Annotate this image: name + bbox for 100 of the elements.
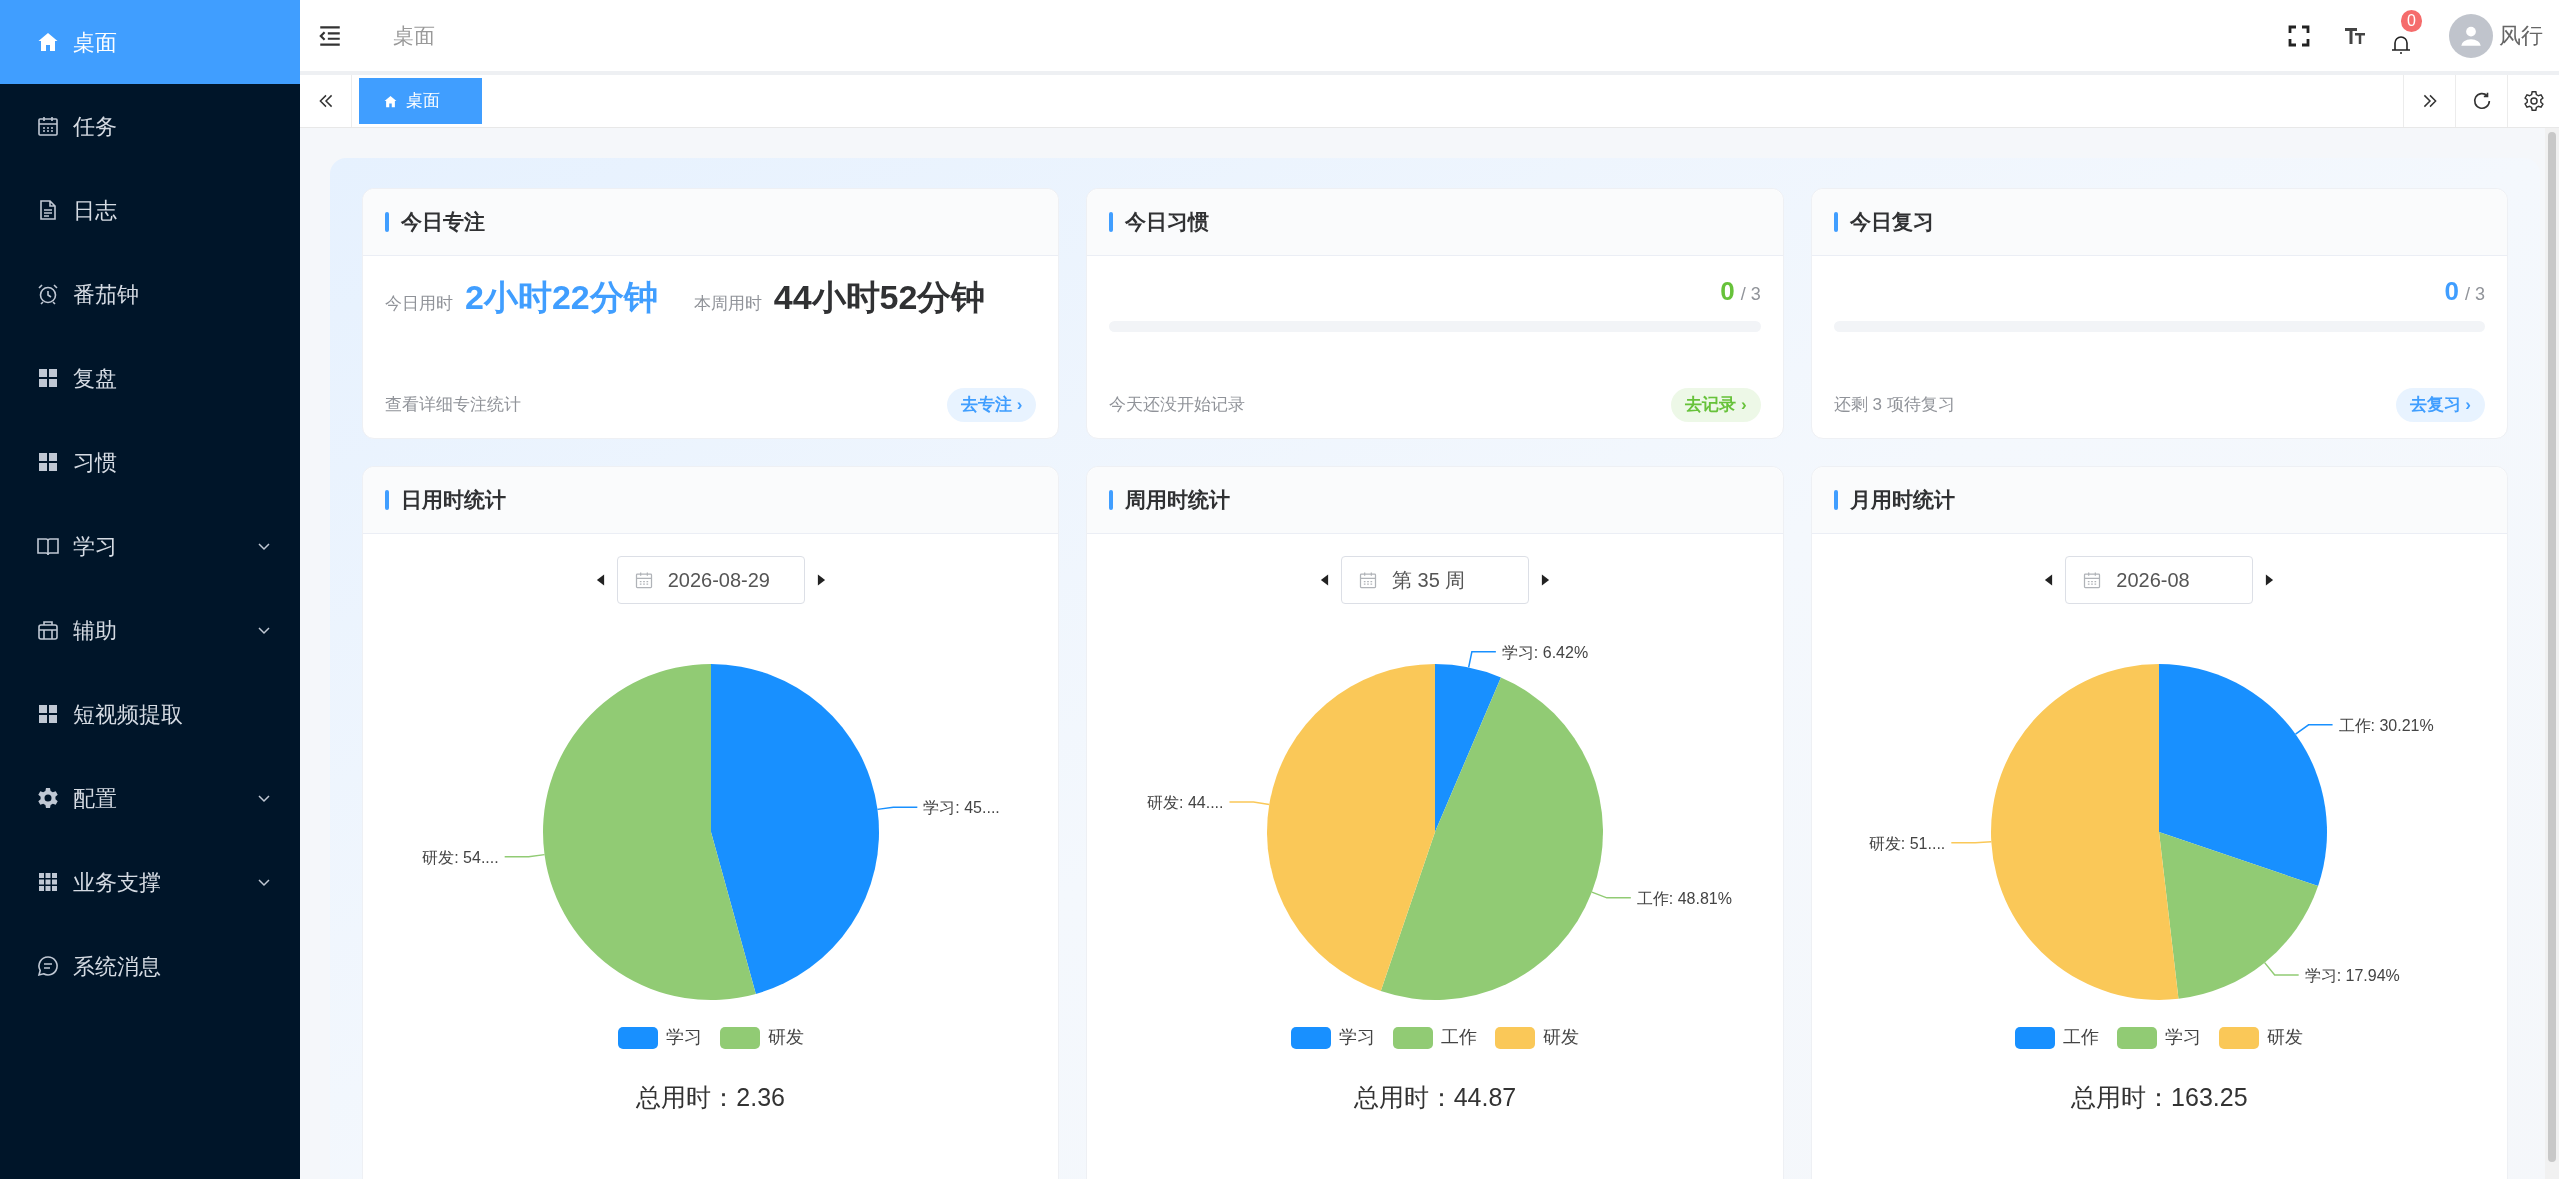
stat-value: 44小时52分钟 xyxy=(773,277,986,318)
date-value: 2026-08 xyxy=(2116,568,2190,593)
accent-bar xyxy=(1109,212,1114,232)
leader-line xyxy=(1228,801,1270,806)
sidebar-item-label: 配置 xyxy=(73,784,118,813)
card-title: 周用时统计 xyxy=(1125,487,1231,514)
date-picker-field[interactable]: 2026-08 xyxy=(2065,556,2254,604)
sidebar-item-label: 日志 xyxy=(73,196,118,225)
calendar-icon xyxy=(633,570,654,590)
alarm-clock-icon xyxy=(36,282,60,306)
legend-label[interactable]: 学习 xyxy=(665,1024,702,1051)
settings-icon xyxy=(36,786,60,810)
sidebar-item[interactable]: 业务支撑 xyxy=(0,840,300,924)
accent-bar xyxy=(385,490,389,510)
sidebar-item[interactable]: 任务 xyxy=(0,84,300,168)
legend-swatch[interactable] xyxy=(617,1026,658,1049)
notification-badge: 0 xyxy=(2401,9,2422,32)
sidebar-item[interactable]: 复盘 xyxy=(0,336,300,420)
briefcase-icon xyxy=(36,618,60,642)
slice-label: 研发: 51.... xyxy=(1869,834,1946,852)
previous-icon[interactable] xyxy=(595,573,605,587)
previous-icon[interactable] xyxy=(2044,573,2054,587)
total-time: 总用时：44.87 xyxy=(1352,1082,1518,1113)
leader-line xyxy=(1591,891,1632,899)
slice-label: 工作: 48.81% xyxy=(1636,889,1732,907)
scrollbar-thumb[interactable] xyxy=(2548,132,2556,1162)
date-picker-field[interactable]: 第 35 周 xyxy=(1341,556,1529,604)
chat-bubble-icon xyxy=(36,954,60,978)
footer-text: 今天还没开始记录 xyxy=(1109,394,1246,417)
apps-grid-icon xyxy=(36,870,60,894)
sidebar-item[interactable]: 配置 xyxy=(0,756,300,840)
legend-label[interactable]: 研发 xyxy=(2267,1024,2304,1051)
legend-label[interactable]: 工作 xyxy=(1441,1024,1477,1051)
card-title: 今日专注 xyxy=(401,209,485,236)
legend-swatch[interactable] xyxy=(1495,1026,1535,1049)
footer-text: 查看详细专注统计 xyxy=(385,394,521,417)
grid-icon xyxy=(36,366,60,390)
sidebar-item-label: 番茄钟 xyxy=(73,280,140,309)
legend-label[interactable]: 学习 xyxy=(2165,1024,2202,1051)
previous-icon[interactable] xyxy=(1320,573,1329,587)
sidebar-item[interactable]: 学习 xyxy=(0,504,300,588)
grid-icon xyxy=(36,450,60,474)
date-value: 第 35 周 xyxy=(1392,568,1466,593)
sidebar-item[interactable]: 番茄钟 xyxy=(0,252,300,336)
accent-bar xyxy=(385,212,389,232)
calendar-icon xyxy=(36,114,60,138)
sidebar-item-label: 辅助 xyxy=(73,616,118,645)
legend-swatch[interactable] xyxy=(2219,1026,2260,1049)
stat-label: 本周用时 xyxy=(693,293,762,315)
next-icon[interactable] xyxy=(2265,573,2275,587)
date-value: 2026-08-29 xyxy=(667,568,770,593)
leader-line xyxy=(876,806,918,811)
progress-count: 0 xyxy=(2444,275,2459,308)
leader-line xyxy=(1467,651,1497,669)
sidebar-item-label: 系统消息 xyxy=(73,952,162,981)
date-picker-field[interactable]: 2026-08-29 xyxy=(616,556,805,604)
legend-swatch[interactable] xyxy=(1393,1026,1433,1049)
legend-swatch[interactable] xyxy=(2015,1026,2056,1049)
card-title: 今日习惯 xyxy=(1125,209,1210,236)
next-icon[interactable] xyxy=(1541,573,1550,587)
legend-label[interactable]: 研发 xyxy=(1543,1024,1579,1051)
sidebar-item[interactable]: 辅助 xyxy=(0,588,300,672)
calendar-icon xyxy=(1358,570,1378,590)
card-title: 月用时统计 xyxy=(1849,487,1955,514)
accent-bar xyxy=(1109,490,1114,510)
legend-swatch[interactable] xyxy=(719,1026,760,1049)
sidebar-item[interactable]: 短视频提取 xyxy=(0,672,300,756)
sidebar-item-label: 任务 xyxy=(73,112,118,141)
leader-line xyxy=(1950,841,1993,844)
card-title: 今日复习 xyxy=(1849,209,1934,236)
slice-label: 学习: 17.94% xyxy=(2305,967,2401,985)
sidebar-item-label: 桌面 xyxy=(73,28,118,57)
sidebar-item[interactable]: 习惯 xyxy=(0,420,300,504)
card-title: 日用时统计 xyxy=(401,487,506,514)
fullscreen-icon[interactable] xyxy=(2287,23,2311,48)
leader-line xyxy=(2295,724,2334,735)
grid-icon xyxy=(36,702,60,726)
settings-icon xyxy=(2522,90,2545,112)
legend-swatch[interactable] xyxy=(2117,1026,2158,1049)
slice-label: 学习: 6.42% xyxy=(1501,643,1589,661)
next-icon[interactable] xyxy=(816,573,826,587)
legend-label[interactable]: 工作 xyxy=(2063,1024,2100,1051)
total-time: 总用时：2.36 xyxy=(635,1082,786,1113)
progress-total: / 3 xyxy=(1740,283,1761,306)
sidebar-item[interactable]: 日志 xyxy=(0,168,300,252)
slice-label: 研发: 44.... xyxy=(1147,793,1224,811)
progress-count: 0 xyxy=(1720,275,1735,308)
stat-label: 今日用时 xyxy=(385,293,453,315)
legend-label[interactable]: 学习 xyxy=(1339,1024,1375,1051)
legend-swatch[interactable] xyxy=(1291,1026,1331,1049)
slice-label: 研发: 54.... xyxy=(421,848,499,866)
sidebar-item[interactable]: 系统消息 xyxy=(0,924,300,1008)
legend-label[interactable]: 研发 xyxy=(767,1024,804,1051)
total-time: 总用时：163.25 xyxy=(2070,1082,2249,1113)
progress-total: / 3 xyxy=(2464,283,2485,306)
user-name[interactable]: 风行 xyxy=(2499,19,2543,52)
sidebar-item-label: 习惯 xyxy=(73,448,118,477)
footer-text: 还剩 3 项待复习 xyxy=(1833,394,1955,417)
slice-label: 工作: 30.21% xyxy=(2338,716,2435,734)
accent-bar xyxy=(1833,212,1838,232)
